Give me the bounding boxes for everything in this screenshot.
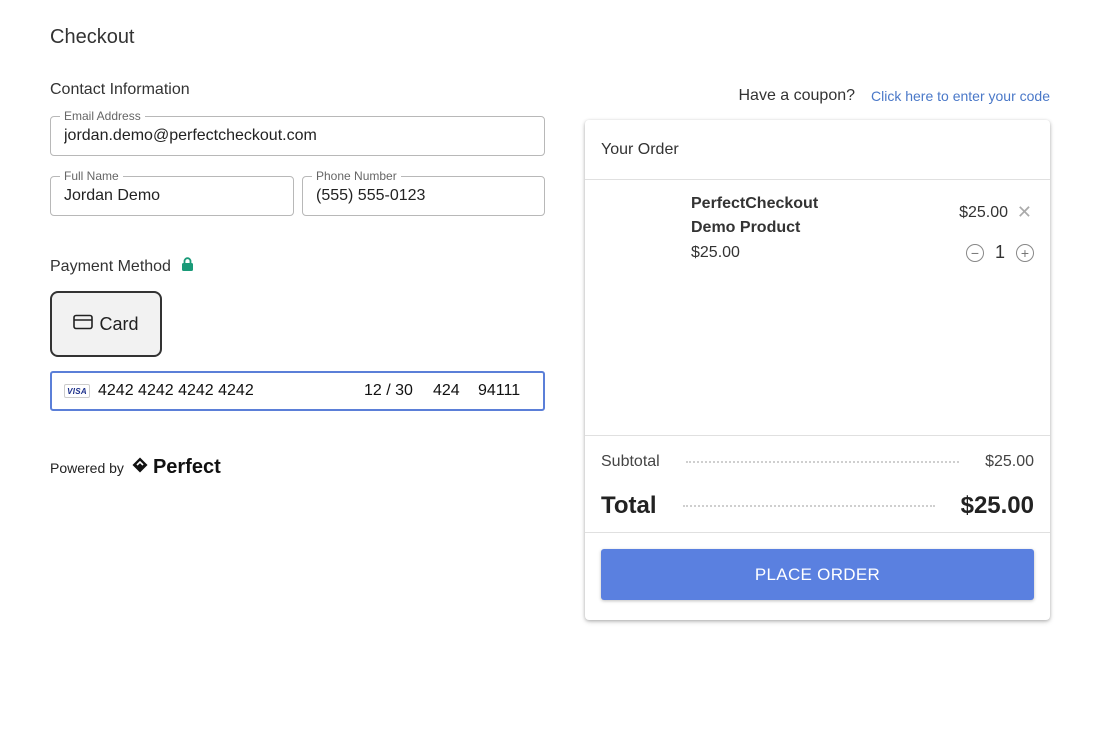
lock-icon xyxy=(181,257,194,277)
place-order-button[interactable]: PLACE ORDER xyxy=(601,549,1034,600)
contact-heading: Contact Information xyxy=(50,81,190,98)
product-name: PerfectCheckout Demo Product xyxy=(691,195,819,236)
coupon-question: Have a coupon? xyxy=(738,87,856,104)
card-method-label: Card xyxy=(99,313,139,334)
payment-heading-text: Payment Method xyxy=(50,258,171,275)
product-unit-price: $25.00 xyxy=(691,244,740,261)
visa-icon: VISA xyxy=(64,384,90,398)
phone-label: Phone Number xyxy=(312,169,401,183)
increase-quantity-icon[interactable]: + xyxy=(1016,243,1034,262)
email-field[interactable]: Email Address xyxy=(50,109,545,156)
card-cvc-input[interactable]: 424 xyxy=(433,382,460,400)
subtotal-dots xyxy=(685,461,960,463)
subtotal-row: Subtotal $25.00 xyxy=(601,453,1034,471)
total-dots xyxy=(682,505,935,507)
total-label: Total xyxy=(601,492,657,519)
quantity-value: 1 xyxy=(994,242,1005,262)
credit-card-icon xyxy=(73,314,94,335)
perfect-brand: Perfect xyxy=(132,456,221,479)
full-name-input[interactable] xyxy=(64,187,280,205)
quantity-stepper: − 1 + xyxy=(966,242,1034,263)
email-label: Email Address xyxy=(60,109,145,123)
card-zip-input[interactable]: 94111 xyxy=(478,382,520,400)
subtotal-label: Subtotal xyxy=(601,453,660,470)
page-title: Checkout xyxy=(50,26,135,48)
powered-by-text: Powered by xyxy=(50,459,124,476)
coupon-prompt: Have a coupon? Click here to enter your … xyxy=(738,87,1050,105)
order-heading: Your Order xyxy=(585,120,1050,180)
card-details-input[interactable]: VISA 4242 4242 4242 4242 12 / 30 424 941… xyxy=(50,371,545,411)
email-input[interactable] xyxy=(64,127,531,145)
payment-heading: Payment Method xyxy=(50,257,194,277)
powered-by: Powered by Perfect xyxy=(50,456,221,479)
card-number-input[interactable]: 4242 4242 4242 4242 xyxy=(98,382,254,400)
full-name-field[interactable]: Full Name xyxy=(50,169,294,216)
card-expiry-input[interactable]: 12 / 30 xyxy=(364,382,413,400)
total-divider xyxy=(585,532,1050,533)
order-line-item: PerfectCheckout Demo Product $25.00 $25.… xyxy=(585,180,1050,436)
total-row: Total $25.00 xyxy=(601,492,1034,520)
perfect-logo-icon xyxy=(132,456,148,479)
phone-field[interactable]: Phone Number xyxy=(302,169,545,216)
coupon-link[interactable]: Click here to enter your code xyxy=(871,88,1050,104)
card-method-button[interactable]: Card xyxy=(50,291,162,357)
order-summary: Your Order PerfectCheckout Demo Product … xyxy=(585,120,1050,620)
remove-item-icon[interactable]: ✕ xyxy=(1017,202,1032,223)
perfect-brand-name: Perfect xyxy=(152,456,221,478)
product-line-price: $25.00 xyxy=(959,204,1008,221)
phone-input[interactable] xyxy=(316,187,531,205)
full-name-label: Full Name xyxy=(60,169,123,183)
subtotal-value: $25.00 xyxy=(985,453,1034,470)
total-value: $25.00 xyxy=(960,492,1034,519)
decrease-quantity-icon[interactable]: − xyxy=(966,243,984,262)
